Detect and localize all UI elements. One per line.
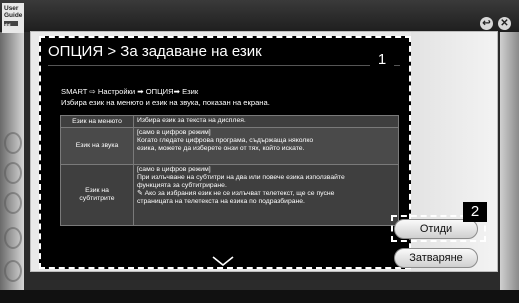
table-row: Език на звука [само в цифров режим] Кога… <box>60 127 399 165</box>
background-icon <box>4 162 22 184</box>
background-icon <box>4 132 22 154</box>
option-line: [само в цифров режим] <box>137 166 211 173</box>
option-name-label: Език на субтитрите <box>79 187 115 202</box>
close-button[interactable]: Затваряне <box>394 248 478 268</box>
background-right-edge <box>500 32 519 290</box>
options-table: Език на менюто Избира език за текста на … <box>60 115 399 226</box>
table-row: Език на субтитрите [само в цифров режим]… <box>60 164 399 226</box>
description-block: SMART ⇨ Настройки ➡ ОПЦИЯ➡ Език Избира е… <box>61 86 270 108</box>
description-text: Избира език на менюто и език на звука, п… <box>61 98 270 107</box>
chevron-down-icon[interactable] <box>212 256 234 266</box>
background-icon <box>4 260 22 282</box>
callout-badge: 2 <box>463 202 487 222</box>
option-line: страницата на телетекста на езика по под… <box>137 198 305 205</box>
logo-line-1: User <box>4 5 19 12</box>
callout-badge: 1 <box>370 50 394 70</box>
background-icon <box>4 192 22 214</box>
help-content: ОПЦИЯ > За задаване на език SMART ⇨ Наст… <box>39 36 411 269</box>
background-left-edge <box>0 32 24 290</box>
option-line: При излъчване на субтитри на два или пов… <box>137 174 345 181</box>
option-line: езика, можете да изберете онзи от тях, к… <box>137 145 305 152</box>
background-bottom-bar <box>0 290 519 303</box>
option-line: ✎ Ако за избрания език не се излъчват те… <box>137 190 335 197</box>
menu-path: SMART ⇨ Настройки ➡ ОПЦИЯ➡ Език <box>61 87 199 96</box>
logo-line-2: Guide <box>4 12 23 19</box>
back-icon[interactable]: ↩ <box>480 17 493 30</box>
title-divider <box>48 65 400 66</box>
background-icon <box>4 227 22 249</box>
option-text: [само в цифров режим] Когато гледате циф… <box>133 127 399 165</box>
table-row: Език на менюто Избира език за текста на … <box>60 115 399 128</box>
option-line: функцията за субтитриране. <box>137 182 227 189</box>
page-title: ОПЦИЯ > За задаване на език <box>48 43 262 60</box>
background-top-bar <box>0 0 519 32</box>
option-line: Избира език за текста на дисплея. <box>137 117 246 124</box>
option-text: [само в цифров режим] При излъчване на с… <box>133 164 399 226</box>
close-icon[interactable]: ✕ <box>498 17 511 30</box>
option-name: Език на звука <box>60 127 134 165</box>
option-name: Език на субтитрите <box>60 164 134 226</box>
logo-line-3: ◀◀ <box>4 21 18 27</box>
option-line: Когато гледате цифрова програма, съдържа… <box>137 137 314 144</box>
option-text: Избира език за текста на дисплея. <box>133 115 399 128</box>
user-guide-logo: User Guide ◀◀ <box>2 3 24 33</box>
option-name: Език на менюто <box>60 115 134 128</box>
option-line: [само в цифров режим] <box>137 129 211 136</box>
